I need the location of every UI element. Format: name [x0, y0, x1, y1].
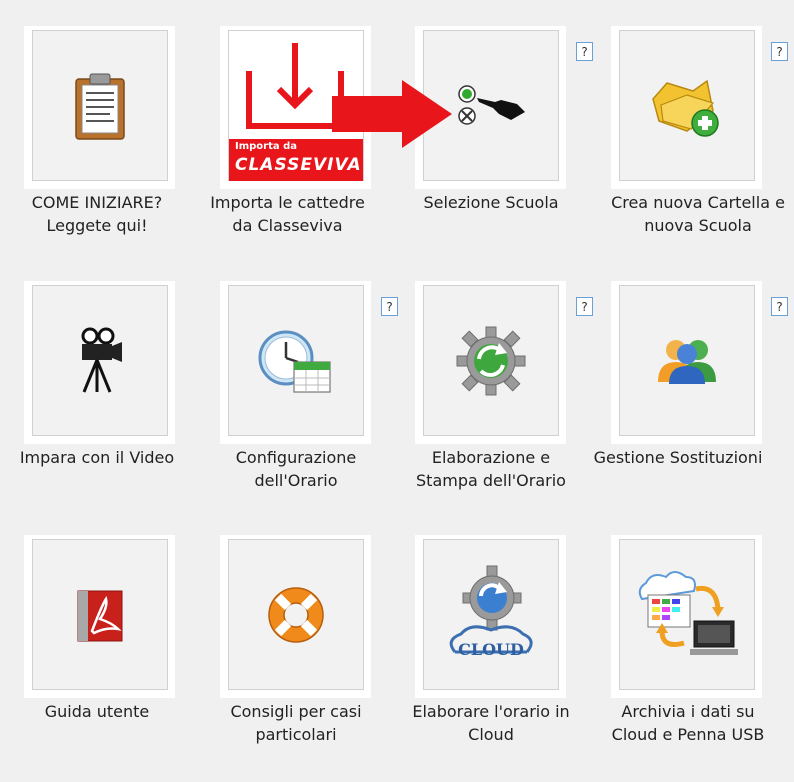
help-button-configurazione-orario[interactable]: ?	[381, 297, 398, 316]
video-camera-icon	[33, 286, 167, 435]
tile-orario-cloud[interactable]: CLOUD	[415, 535, 566, 698]
tile-archivia-dati[interactable]	[611, 535, 762, 698]
tile-frame: CLOUD	[423, 539, 559, 690]
classeviva-logo: CLASSEVIVA	[235, 155, 362, 175]
tile-label-elaborazione-stampa: Elaborazione e Stampa dell'Orario	[416, 448, 566, 490]
tile-frame	[619, 539, 755, 690]
tile-consigli-casi[interactable]	[220, 535, 371, 698]
tile-label-gestione-sostituzioni: Gestione Sostituzioni	[593, 448, 763, 467]
tile-label-crea-cartella: Crea nuova Cartella e nuova Scuola	[611, 193, 785, 235]
importa-da-text: Importa da	[235, 141, 298, 152]
users-icon	[620, 286, 754, 435]
tile-label-importa-classeviva: Importa le cattedre da Classeviva	[210, 193, 365, 235]
cloud-backup-icon	[620, 540, 754, 689]
tile-frame	[32, 30, 168, 181]
help-button-crea-cartella[interactable]: ?	[771, 42, 788, 61]
tile-configurazione-orario[interactable]	[220, 281, 371, 444]
tile-label-selezione-scuola: Selezione Scuola	[423, 193, 559, 212]
cloud-label-text: CLOUD	[458, 640, 524, 659]
tile-frame	[619, 30, 755, 181]
help-button-selezione-scuola[interactable]: ?	[576, 42, 593, 61]
tile-label-come-iniziare: COME INIZIARE? Leggete qui!	[31, 193, 163, 235]
pdf-icon	[33, 540, 167, 689]
lifebuoy-icon	[229, 540, 363, 689]
help-button-elaborazione-stampa[interactable]: ?	[576, 297, 593, 316]
tile-come-iniziare[interactable]	[24, 26, 175, 189]
new-folder-icon	[620, 31, 754, 180]
help-button-gestione-sostituzioni[interactable]: ?	[771, 297, 788, 316]
tile-guida-utente[interactable]	[24, 535, 175, 698]
tile-frame	[619, 285, 755, 436]
tile-frame	[32, 285, 168, 436]
tile-elaborazione-stampa[interactable]	[415, 281, 566, 444]
red-arrow-icon	[332, 80, 452, 148]
tile-gestione-sostituzioni[interactable]	[611, 281, 762, 444]
gear-refresh-icon	[424, 286, 558, 435]
tile-label-guida-utente: Guida utente	[44, 702, 150, 721]
cloud-gear-icon	[424, 540, 558, 689]
tile-frame	[32, 539, 168, 690]
tile-frame	[228, 285, 364, 436]
tile-label-configurazione-orario: Configurazione dell'Orario	[235, 448, 357, 490]
tile-label-consigli-casi: Consigli per casi particolari	[230, 702, 362, 744]
main-menu-panel: COME INIZIARE? Leggete qui! Importa da C…	[0, 0, 794, 782]
clipboard-icon	[33, 31, 167, 180]
tile-label-impara-video: Impara con il Video	[19, 448, 175, 467]
tile-frame	[423, 285, 559, 436]
tile-crea-cartella[interactable]	[611, 26, 762, 189]
tile-impara-video[interactable]	[24, 281, 175, 444]
clock-calendar-icon	[229, 286, 363, 435]
tile-label-archivia-dati: Archivia i dati su Cloud e Penna USB	[611, 702, 765, 744]
tile-frame	[228, 539, 364, 690]
tile-label-orario-cloud: Elaborare l'orario in Cloud	[412, 702, 570, 744]
